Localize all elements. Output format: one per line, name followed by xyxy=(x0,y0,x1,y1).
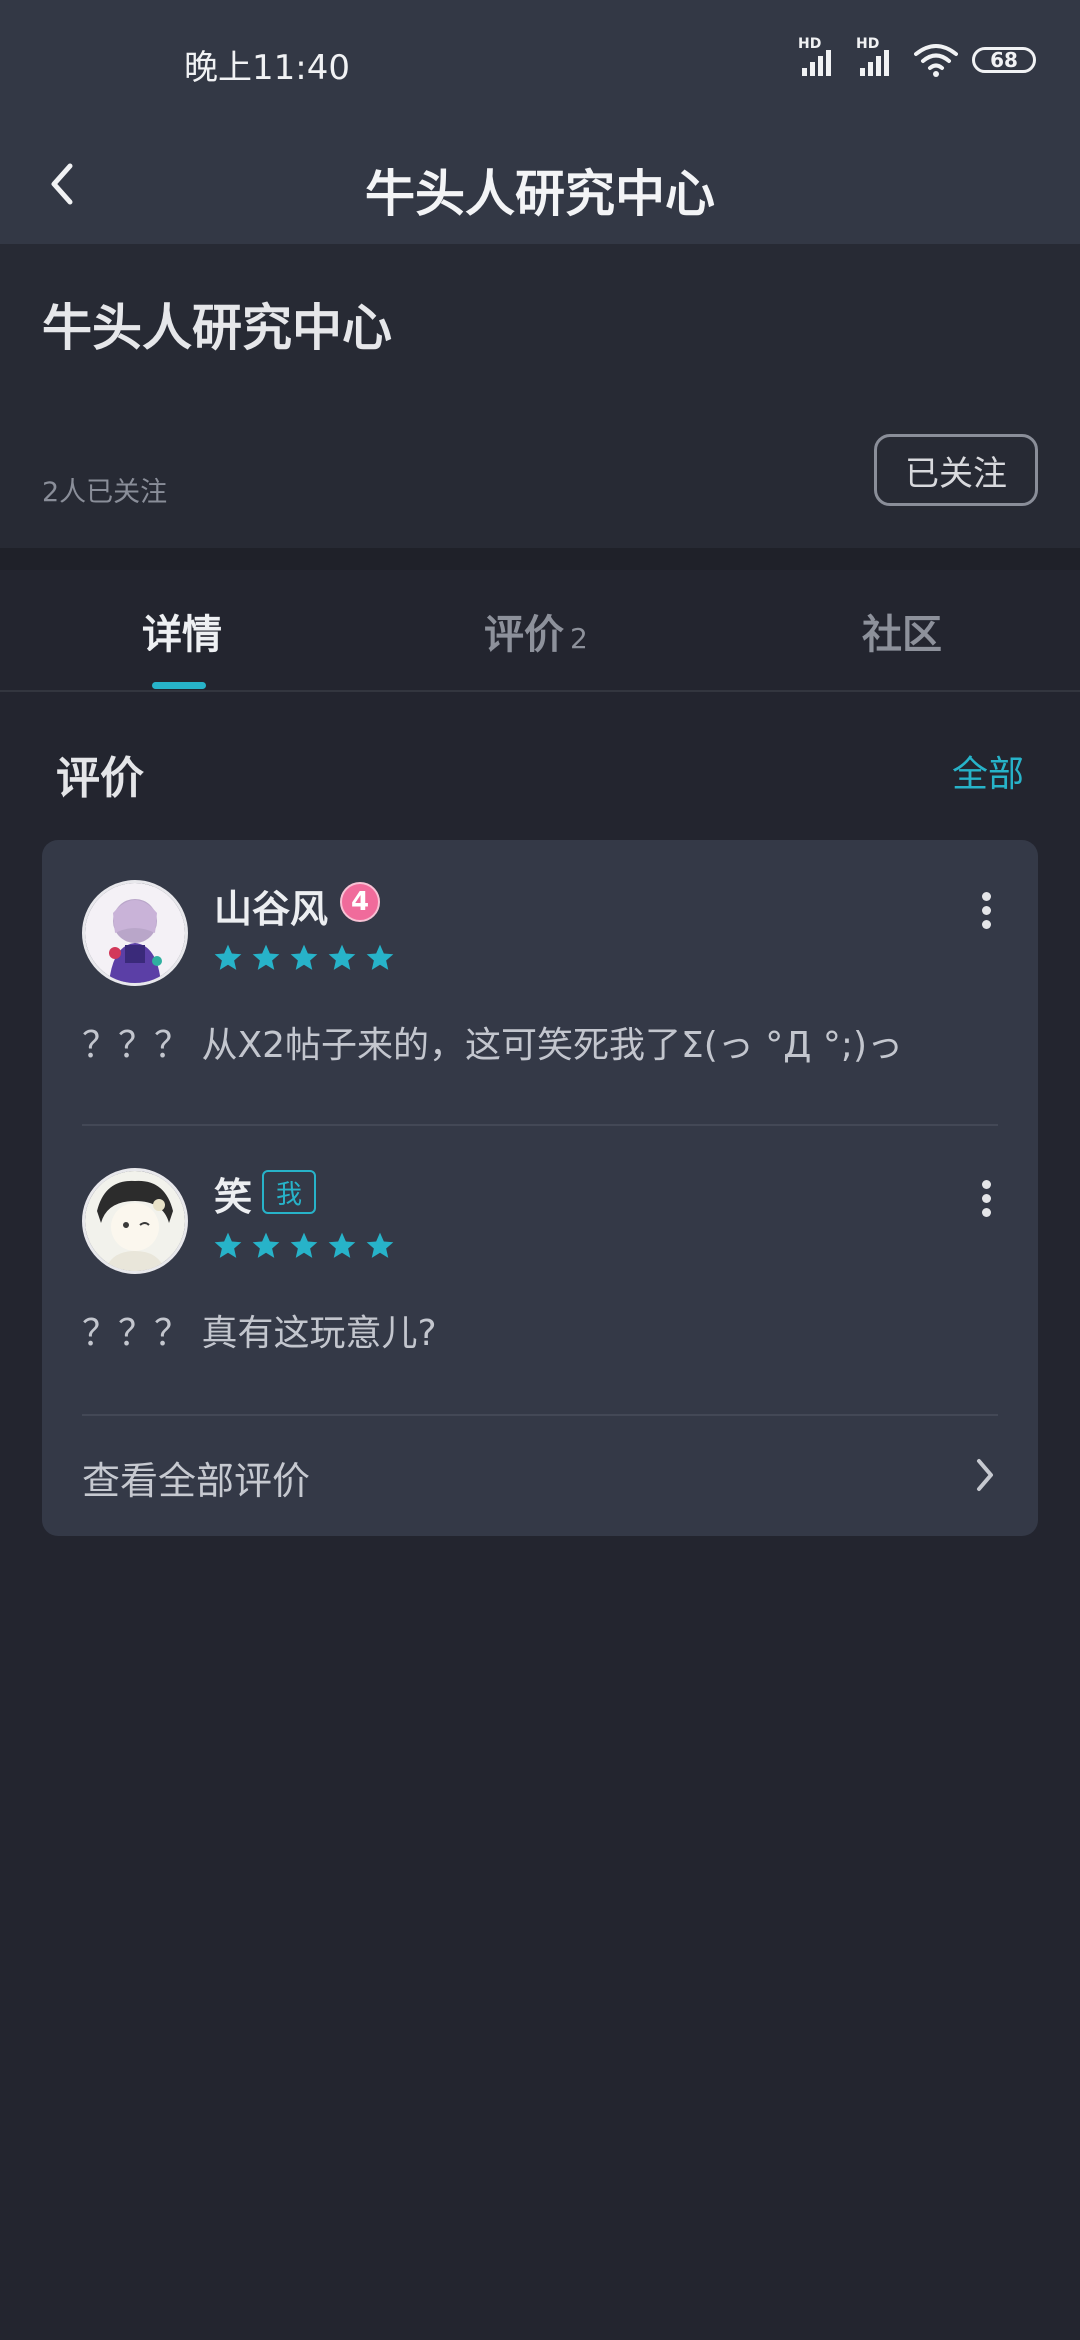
review-text: ？？？ 真有这玩意儿? xyxy=(82,1313,437,1354)
star-icon xyxy=(290,944,318,970)
status-icons: HD HD 68 xyxy=(798,36,1036,80)
tab-reviews-label: 评价 xyxy=(484,612,564,658)
review-item: 笑 我 ？？？ 真有这玩意儿? xyxy=(42,1128,1038,1416)
star-icon xyxy=(252,1232,280,1258)
group-header: 牛头人研究中心 2人已关注 已关注 xyxy=(0,244,1080,548)
view-all-reviews-row[interactable]: 查看全部评价 xyxy=(42,1418,1038,1536)
review-separator xyxy=(82,1414,998,1416)
follower-count: 2人已关注 xyxy=(42,477,168,508)
star-icon xyxy=(328,944,356,970)
reviews-section-title: 评价 xyxy=(56,753,144,804)
status-time: 晚上11:40 xyxy=(184,48,350,88)
star-icon xyxy=(252,944,280,970)
chevron-right-icon xyxy=(977,1459,993,1491)
page-title: 牛头人研究中心 xyxy=(365,165,715,223)
tab-details-label: 详情 xyxy=(142,612,222,658)
tab-community[interactable]: 社区 xyxy=(862,602,942,660)
more-options-icon[interactable] xyxy=(982,892,994,929)
top-nav-bar: 牛头人研究中心 xyxy=(0,124,1080,244)
battery-level: 68 xyxy=(990,48,1018,72)
star-icon xyxy=(214,944,242,970)
active-tab-indicator xyxy=(152,682,206,689)
review-username[interactable]: 山谷风 xyxy=(214,878,328,933)
review-text: ？？？ 从X2帖子来的，这可笑死我了Σ(っ °Д °;)っ xyxy=(82,1025,903,1066)
review-item: 山谷风 4 ？？？ 从X2帖子来的，这可笑死我了Σ(っ °Д °;)っ xyxy=(42,840,1038,1126)
view-all-reviews-label: 查看全部评价 xyxy=(82,1459,311,1503)
star-icon xyxy=(290,1232,318,1258)
tab-reviews[interactable]: 评价 2 xyxy=(484,602,588,660)
star-icon xyxy=(366,1232,394,1258)
group-name: 牛头人研究中心 xyxy=(42,299,392,357)
more-options-icon[interactable] xyxy=(982,1180,994,1217)
review-username[interactable]: 笑 xyxy=(214,1166,252,1221)
cell-signal-icon: HD xyxy=(798,36,842,80)
star-icon xyxy=(366,944,394,970)
status-bar: 晚上11:40 HD HD 68 xyxy=(0,0,1080,124)
reviews-card: 山谷风 4 ？？？ 从X2帖子来的，这可笑死我了Σ(っ °Д °;)っ 笑 我 … xyxy=(42,840,1038,1536)
star-rating xyxy=(212,942,396,974)
star-icon xyxy=(214,1232,242,1258)
section-divider xyxy=(0,548,1080,570)
review-separator xyxy=(82,1124,998,1126)
all-reviews-link[interactable]: 全部 xyxy=(952,745,1024,797)
tab-details[interactable]: 详情 xyxy=(142,602,222,660)
wifi-icon xyxy=(914,44,958,77)
star-rating xyxy=(212,1230,396,1262)
tab-bar: 详情 评价 2 社区 xyxy=(0,570,1080,692)
avatar[interactable] xyxy=(82,880,188,986)
me-badge: 我 xyxy=(262,1170,316,1214)
level-badge: 4 xyxy=(340,882,380,922)
tab-community-label: 社区 xyxy=(862,612,942,658)
follow-button[interactable]: 已关注 xyxy=(874,434,1038,506)
avatar[interactable] xyxy=(82,1168,188,1274)
star-icon xyxy=(328,1232,356,1258)
tab-reviews-count: 2 xyxy=(570,622,588,655)
battery-icon: 68 xyxy=(972,47,1036,73)
cell-signal-icon-2: HD xyxy=(856,36,900,80)
